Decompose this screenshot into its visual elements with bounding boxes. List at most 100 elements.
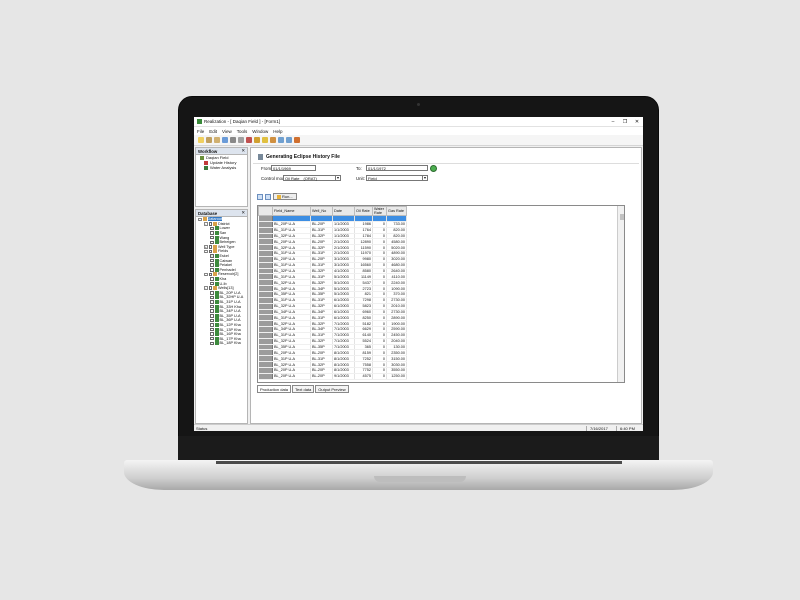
close-icon[interactable]: ✕ bbox=[241, 210, 245, 216]
menu-item-tools[interactable]: Tools bbox=[237, 129, 248, 134]
scroll-thumb[interactable] bbox=[619, 214, 624, 220]
tree-checkbox[interactable] bbox=[210, 318, 214, 323]
control-mode-select[interactable]: Oil Rate (ORAT) ▼ bbox=[283, 175, 341, 181]
status-date: 7/16/2017 bbox=[586, 425, 616, 431]
production-grid[interactable]: Field_Name Well_No Date Oil Rate Water Rate G… bbox=[257, 205, 625, 383]
tree-checkbox[interactable] bbox=[210, 300, 214, 304]
tree-checkbox[interactable] bbox=[208, 245, 212, 249]
toolbar-button-icon[interactable] bbox=[230, 137, 236, 143]
toolbar-button-icon[interactable] bbox=[270, 137, 276, 143]
menu-item-window[interactable]: Window bbox=[252, 129, 268, 134]
chevron-down-icon[interactable]: ▼ bbox=[335, 175, 340, 181]
keyboard-gap bbox=[216, 461, 622, 464]
tree-item-label: Caiwan bbox=[219, 258, 233, 263]
unit-select[interactable]: Field ▼ bbox=[366, 175, 428, 181]
toolbar-button-icon[interactable] bbox=[254, 137, 260, 143]
table-row[interactable]: BL_20P U-A BL-20P 9/1/2003 4575 0 1250.00 bbox=[258, 373, 407, 380]
close-button[interactable]: ✕ bbox=[631, 119, 643, 125]
to-date-field[interactable]: 01/1/1972 bbox=[366, 165, 428, 171]
close-icon[interactable]: ✕ bbox=[241, 148, 245, 154]
tree-checkbox[interactable] bbox=[208, 272, 212, 277]
expand-icon[interactable]: - bbox=[204, 286, 208, 290]
toolbar-button-icon[interactable] bbox=[294, 137, 300, 143]
menu-item-file[interactable]: File bbox=[197, 129, 204, 134]
run-button[interactable]: Run... bbox=[273, 193, 297, 200]
tree-checkbox[interactable] bbox=[210, 336, 214, 341]
tree-checkbox[interactable] bbox=[210, 277, 214, 281]
tree-checkbox[interactable] bbox=[210, 314, 214, 318]
tree-item[interactable]: BL_18P Kha bbox=[196, 341, 247, 346]
toolbar-button-icon[interactable] bbox=[278, 137, 284, 143]
toolbar-button-icon[interactable] bbox=[246, 137, 252, 143]
workflow-item[interactable]: Water Analysis bbox=[196, 165, 247, 170]
tree-checkbox[interactable] bbox=[208, 249, 212, 254]
tree-checkbox[interactable] bbox=[210, 309, 214, 313]
table-cell[interactable]: 0 bbox=[372, 373, 387, 380]
toolbar-button-icon[interactable] bbox=[238, 137, 244, 143]
tree-checkbox[interactable] bbox=[210, 291, 214, 295]
column-header[interactable]: Oil Rate bbox=[354, 206, 373, 216]
tree-checkbox[interactable] bbox=[210, 281, 214, 286]
toolbar-button-icon[interactable] bbox=[286, 137, 292, 143]
tree-checkbox[interactable] bbox=[210, 226, 214, 231]
expand-icon[interactable]: - bbox=[204, 272, 208, 277]
expand-icon[interactable]: - bbox=[204, 222, 208, 226]
tree-checkbox[interactable] bbox=[210, 240, 214, 245]
tab-production-data[interactable]: Production data bbox=[257, 385, 292, 393]
toolbar-button-icon[interactable] bbox=[206, 137, 212, 143]
tree-checkbox[interactable] bbox=[210, 268, 214, 272]
toolbar-button-icon[interactable] bbox=[262, 137, 268, 143]
tree-checkbox[interactable] bbox=[210, 258, 214, 263]
tree-checkbox[interactable] bbox=[210, 304, 214, 309]
column-header[interactable]: Field_Name bbox=[272, 206, 311, 216]
folder-icon bbox=[213, 286, 217, 291]
forward-button[interactable] bbox=[265, 193, 271, 200]
table-header-row: Field_Name Well_No Date Oil Rate Water Rate G… bbox=[258, 206, 407, 216]
back-button[interactable] bbox=[257, 193, 263, 200]
main-toolbar bbox=[194, 135, 643, 146]
table-cell[interactable]: 9/1/2003 bbox=[332, 373, 355, 380]
well-icon bbox=[214, 254, 219, 259]
from-date-field[interactable]: 01/1/1969 bbox=[271, 165, 316, 171]
tree-checkbox[interactable] bbox=[210, 332, 214, 336]
menu-item-view[interactable]: View bbox=[222, 129, 232, 134]
tree-checkbox[interactable] bbox=[210, 323, 214, 327]
tree-checkbox[interactable] bbox=[210, 231, 214, 235]
menu-item-help[interactable]: Help bbox=[273, 129, 282, 134]
tree-checkbox[interactable] bbox=[210, 235, 214, 240]
table-cell[interactable]: 1250.00 bbox=[386, 373, 407, 380]
well-icon bbox=[214, 313, 219, 318]
row-header[interactable] bbox=[258, 373, 273, 380]
tree-checkbox[interactable] bbox=[208, 286, 212, 290]
expand-icon[interactable]: + bbox=[204, 245, 208, 249]
table-cell[interactable]: BL_20P U-A bbox=[272, 373, 311, 380]
vertical-scrollbar[interactable] bbox=[617, 206, 624, 382]
expand-icon[interactable]: - bbox=[204, 249, 208, 254]
tree-checkbox[interactable] bbox=[210, 254, 214, 258]
toolbar-button-icon[interactable] bbox=[222, 137, 228, 143]
column-header[interactable]: Water Rate bbox=[372, 206, 387, 216]
column-header[interactable]: Gas Rate bbox=[386, 206, 407, 216]
toolbar-button-icon[interactable] bbox=[214, 137, 220, 143]
refresh-button[interactable] bbox=[430, 165, 437, 172]
toolbar-button-icon[interactable] bbox=[198, 137, 204, 143]
column-header[interactable]: Date bbox=[332, 206, 355, 216]
tab-output-preview[interactable]: Output Preview bbox=[315, 385, 349, 393]
tree-checkbox[interactable] bbox=[208, 222, 212, 226]
tree-item-label: U-Ib bbox=[219, 281, 227, 286]
tree-checkbox[interactable] bbox=[210, 341, 214, 346]
app-icon bbox=[197, 119, 202, 124]
maximize-button[interactable]: ❐ bbox=[619, 119, 631, 125]
chevron-down-icon[interactable]: ▼ bbox=[422, 175, 427, 181]
table-cell[interactable]: 4575 bbox=[354, 373, 373, 380]
column-header[interactable]: Well_No bbox=[310, 206, 333, 216]
tab-text-data[interactable]: Text data bbox=[292, 385, 315, 393]
table-cell[interactable]: BL-20P bbox=[310, 373, 333, 380]
expand-icon[interactable]: - bbox=[198, 217, 202, 222]
tree-checkbox[interactable] bbox=[210, 263, 214, 267]
tree-checkbox[interactable] bbox=[210, 295, 214, 300]
minimize-button[interactable]: – bbox=[607, 119, 619, 125]
menu-item-edit[interactable]: Edit bbox=[209, 129, 217, 134]
tree-checkbox[interactable] bbox=[210, 327, 214, 332]
workflow-title: Workflow bbox=[198, 148, 218, 154]
